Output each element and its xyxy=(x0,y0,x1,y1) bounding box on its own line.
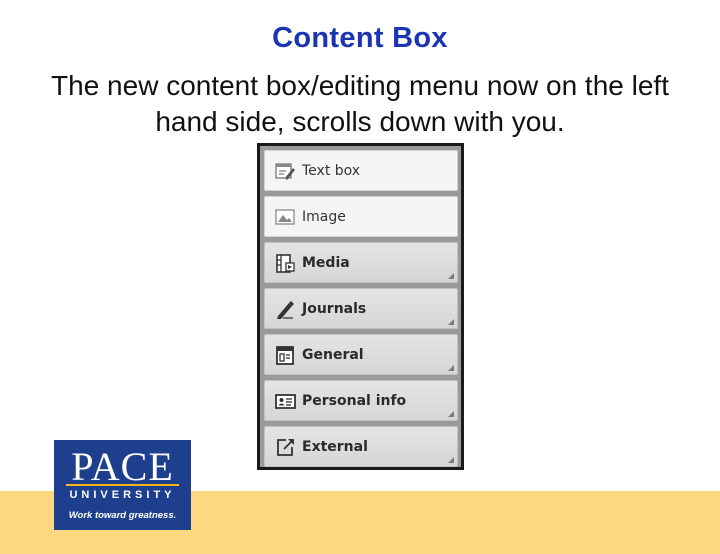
menu-item-general[interactable]: General xyxy=(264,334,458,375)
journals-icon xyxy=(273,297,297,321)
slide-subtitle: The new content box/editing menu now on … xyxy=(51,70,669,137)
menu-item-label: General xyxy=(302,346,364,363)
logo-university: UNIVERSITY xyxy=(69,489,176,501)
pace-university-logo: PACE UNIVERSITY Work toward greatness. xyxy=(54,440,191,530)
menu-item-label: External xyxy=(302,438,368,455)
content-box-menu: Text box Image Media Journals General Pe… xyxy=(257,143,464,470)
media-icon xyxy=(273,251,297,275)
menu-item-label: Media xyxy=(302,254,350,271)
slide-title: Content Box xyxy=(272,22,448,54)
external-icon xyxy=(273,435,297,459)
menu-item-media[interactable]: Media xyxy=(264,242,458,283)
menu-item-image[interactable]: Image xyxy=(264,196,458,237)
menu-item-label: Personal info xyxy=(302,392,407,409)
menu-item-text-box[interactable]: Text box xyxy=(264,150,458,191)
image-icon xyxy=(273,205,297,229)
resize-handle-icon[interactable] xyxy=(448,365,454,371)
resize-handle-icon[interactable] xyxy=(448,411,454,417)
resize-handle-icon[interactable] xyxy=(448,319,454,325)
menu-item-journals[interactable]: Journals xyxy=(264,288,458,329)
resize-handle-icon[interactable] xyxy=(448,457,454,463)
menu-item-personal-info[interactable]: Personal info xyxy=(264,380,458,421)
logo-divider xyxy=(66,484,179,486)
resize-handle-icon[interactable] xyxy=(448,273,454,279)
logo-tagline: Work toward greatness. xyxy=(68,510,177,521)
menu-item-label: Journals xyxy=(302,300,367,317)
logo-wordmark: PACE xyxy=(71,444,174,489)
menu-item-label: Text box xyxy=(302,162,361,179)
general-icon xyxy=(273,343,297,367)
menu-item-label: Image xyxy=(302,208,346,225)
personal-info-icon xyxy=(273,389,297,413)
menu-item-external[interactable]: External xyxy=(264,426,458,467)
content-box-menu-list: Text box Image Media Journals General Pe… xyxy=(260,146,461,467)
text-box-icon xyxy=(273,159,297,183)
